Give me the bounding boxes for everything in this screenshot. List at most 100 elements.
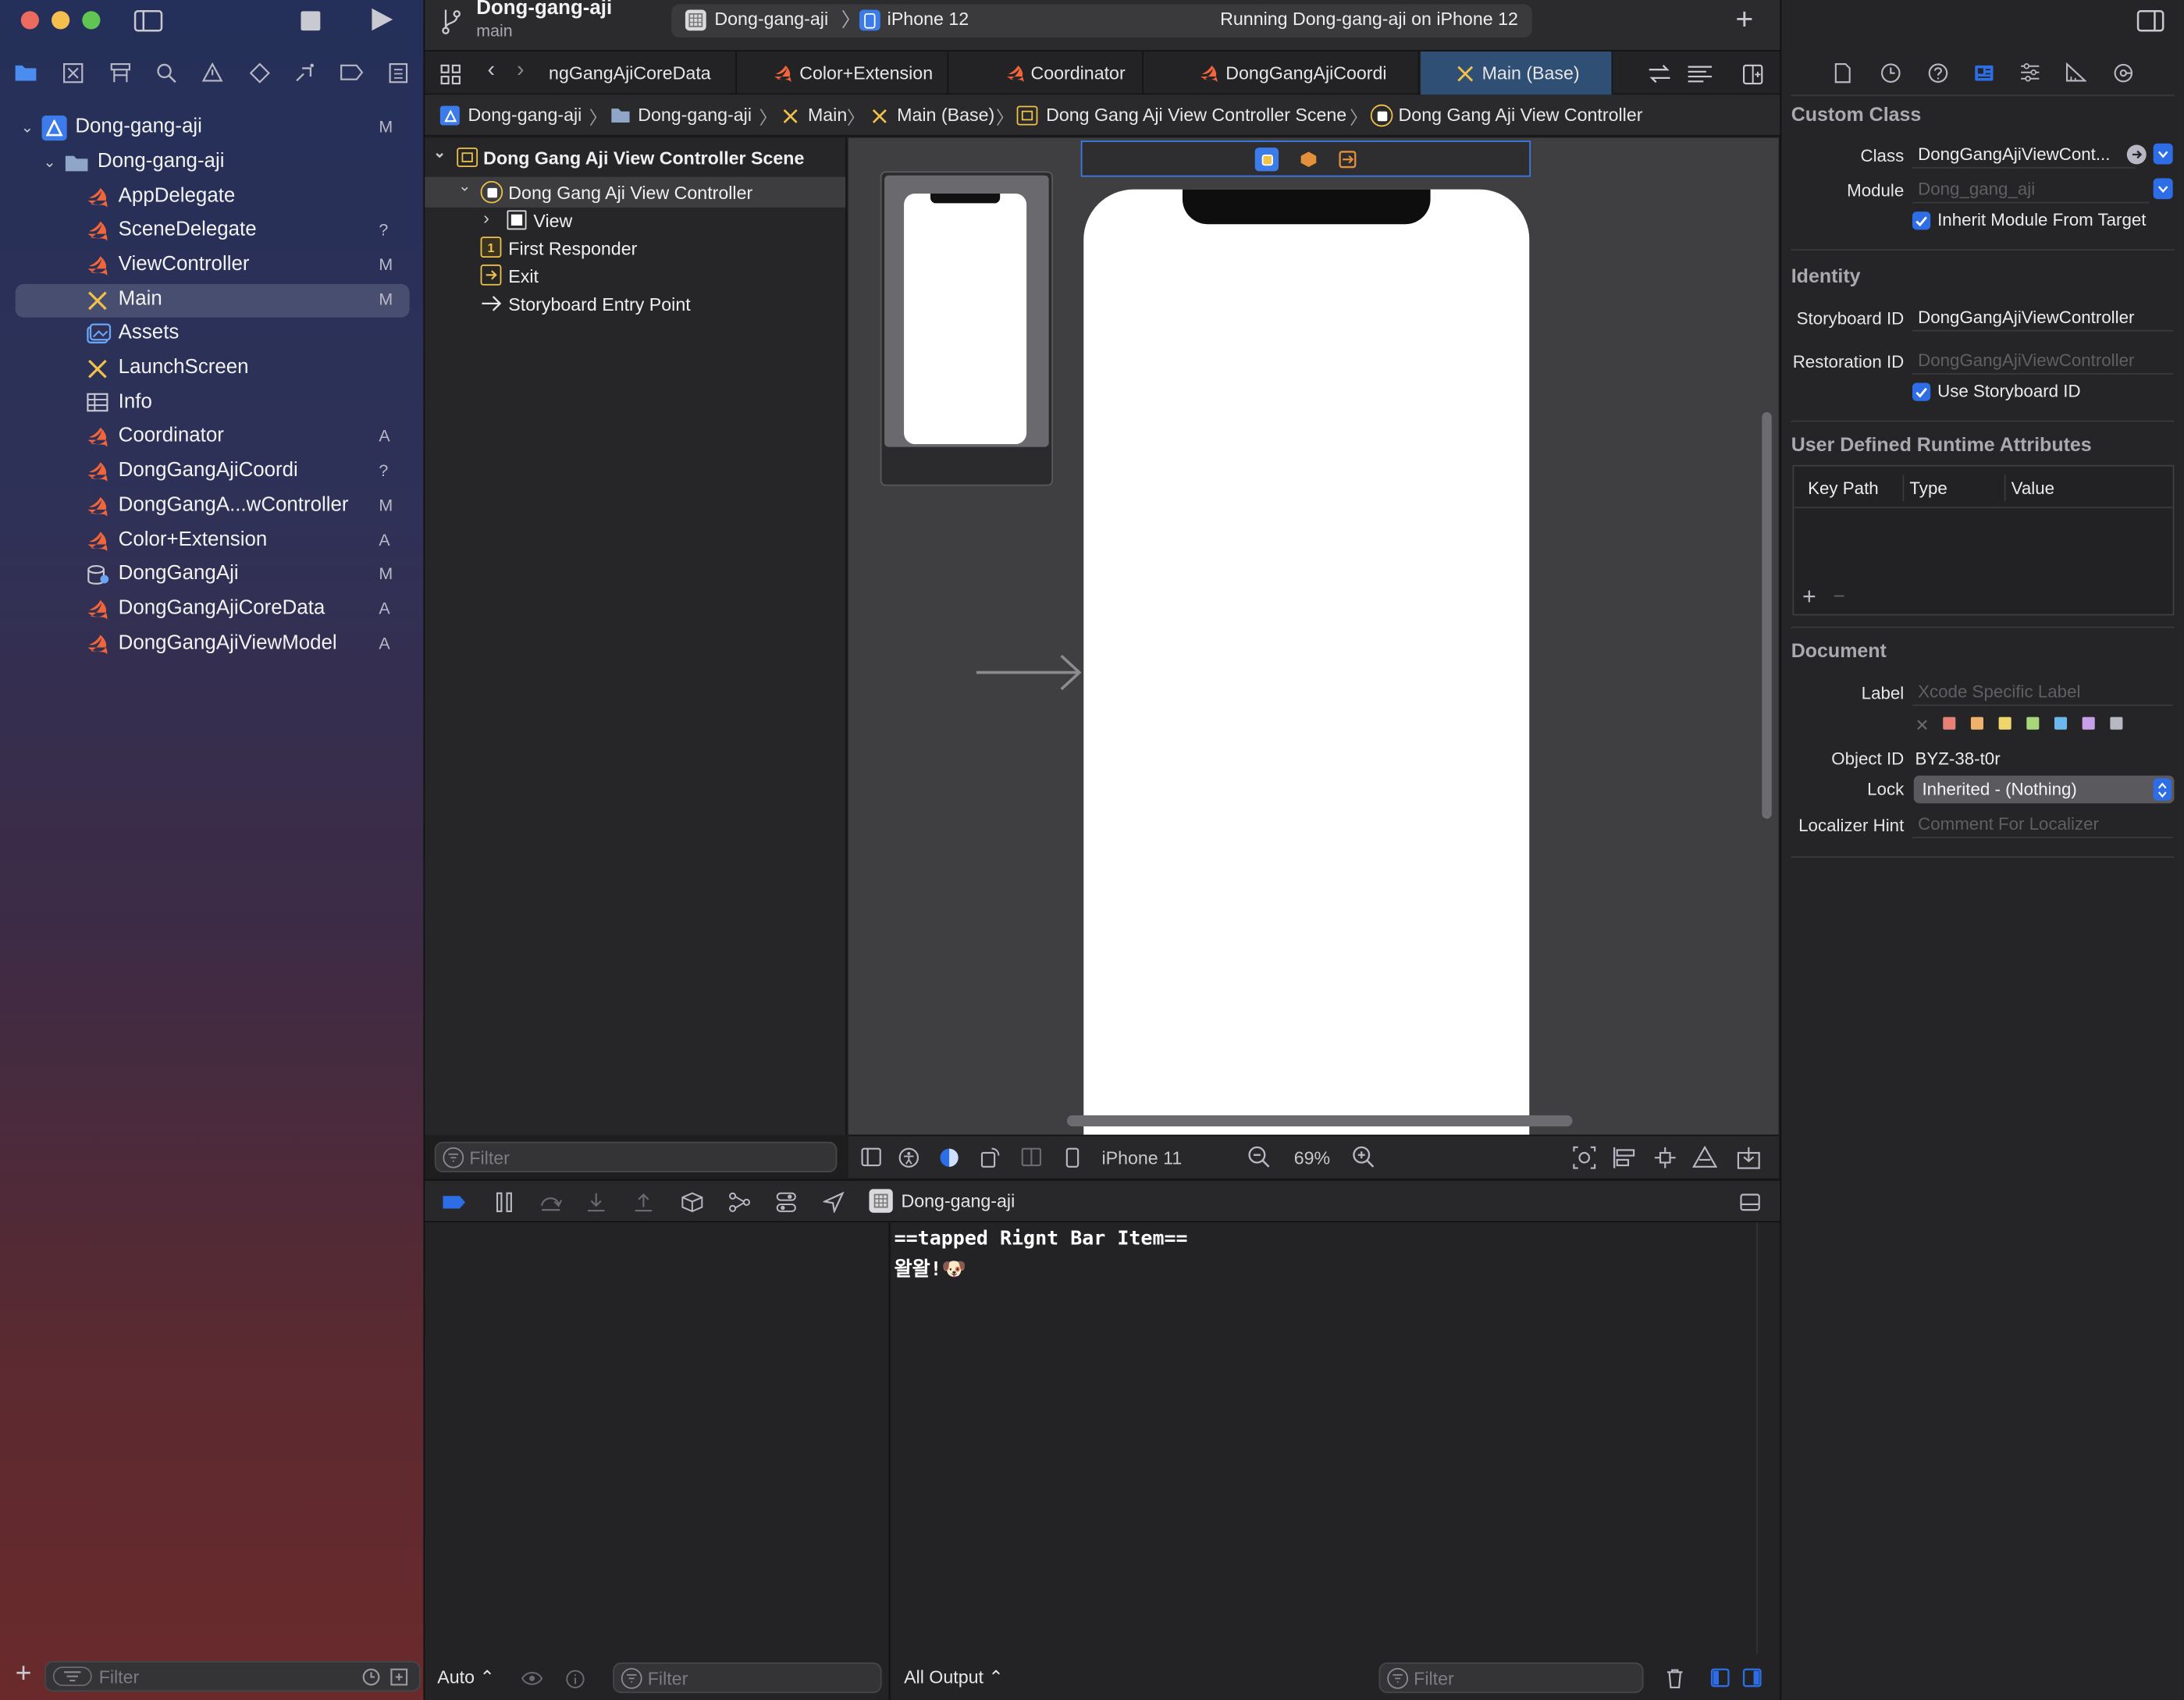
tree-row-file[interactable]: ViewController M — [0, 249, 425, 283]
label-color-swatch[interactable] — [1943, 717, 1956, 730]
storyboard-canvas[interactable] — [848, 137, 1779, 1136]
close-window-button[interactable] — [20, 11, 39, 30]
tree-row-file[interactable]: DongGangAjiCoordi? — [0, 455, 425, 489]
environment-overrides-icon[interactable] — [774, 1190, 798, 1213]
connections-inspector-icon[interactable] — [2111, 61, 2135, 84]
remove-attribute-button[interactable]: − — [1833, 585, 1845, 609]
exit-dock-icon[interactable] — [1336, 148, 1359, 171]
label-color-swatch[interactable] — [1970, 717, 1983, 730]
breadcrumb-view-controller[interactable]: Dong Gang Aji View Controller — [1399, 105, 1643, 126]
trash-icon[interactable] — [1664, 1666, 1685, 1689]
refresh-arrows-icon[interactable] — [1646, 62, 1671, 85]
canvas-horizontal-scrollbar[interactable] — [1066, 1115, 1573, 1127]
accessibility-icon[interactable] — [897, 1146, 919, 1168]
add-attribute-button[interactable]: + — [1802, 585, 1816, 609]
outline-view-row[interactable]: › View — [425, 206, 845, 234]
disclosure-icon[interactable]: ⌄ — [458, 177, 471, 194]
console-filter-field[interactable]: Filter — [1378, 1662, 1644, 1694]
disclosure-icon[interactable]: ⌄ — [43, 153, 55, 171]
inherit-module-checkbox[interactable] — [1912, 212, 1931, 230]
tab-main-base[interactable]: Main (Base) — [1421, 52, 1613, 95]
tree-row-file[interactable]: Main M — [15, 283, 410, 317]
destination-selector[interactable]: iPhone 12 — [887, 9, 969, 30]
report-navigator-icon[interactable] — [386, 61, 411, 84]
label-color-swatch[interactable] — [1998, 717, 2011, 730]
first-responder-dock-icon[interactable] — [1297, 148, 1320, 171]
tree-row-file[interactable]: DongGangA...wController M — [0, 490, 425, 524]
related-items-icon[interactable] — [439, 62, 461, 85]
file-inspector-icon[interactable] — [1831, 61, 1854, 84]
simulate-location-icon[interactable] — [822, 1190, 845, 1213]
localizer-hint-field[interactable]: Comment For Localizer — [1912, 812, 2173, 838]
add-constraints-icon[interactable] — [1652, 1144, 1677, 1169]
label-color-swatch[interactable] — [2026, 717, 2040, 730]
pause-icon[interactable] — [493, 1190, 516, 1213]
zoom-out-icon[interactable] — [1247, 1144, 1272, 1169]
breadcrumb-project[interactable]: Dong-gang-aji — [468, 105, 582, 126]
symbol-navigator-icon[interactable] — [107, 61, 132, 84]
tree-row-file[interactable]: Info — [0, 386, 425, 420]
label-color-swatch[interactable] — [2110, 717, 2123, 730]
disclosure-icon[interactable]: ⌄ — [433, 144, 446, 162]
info-icon[interactable] — [564, 1668, 587, 1689]
outline-entry-point-row[interactable]: Storyboard Entry Point — [425, 290, 845, 318]
zoom-level[interactable]: 69% — [1294, 1147, 1330, 1168]
canvas-minimap[interactable] — [880, 171, 1054, 486]
outline-exit-row[interactable]: Exit — [425, 261, 845, 290]
column-header[interactable]: Value — [2011, 479, 2054, 499]
navigator-filter-field[interactable]: Filter — [44, 1661, 421, 1692]
entry-point-arrow[interactable] — [976, 653, 1083, 692]
tab-coordinator[interactable]: Coordinator — [950, 52, 1144, 95]
run-icon[interactable] — [368, 7, 396, 32]
breadcrumb-main-base[interactable]: Main (Base) — [897, 105, 994, 126]
tab-coredata[interactable]: ngGangAjiCoreData — [546, 52, 737, 95]
output-selector[interactable]: All Output ⌃ — [904, 1666, 1004, 1689]
device-selector[interactable]: iPhone 11 — [1101, 1147, 1182, 1168]
breakpoint-navigator-icon[interactable] — [339, 61, 364, 84]
editor-options-icon[interactable] — [1685, 62, 1713, 85]
source-control-filter-icon[interactable] — [389, 1666, 410, 1688]
add-library-button[interactable]: + — [1735, 3, 1753, 34]
iphone-frame[interactable] — [1083, 189, 1530, 1136]
tree-row-file[interactable]: DongGangAjiCoreData A — [0, 593, 425, 627]
view-controller-dock-icon[interactable] — [1254, 148, 1279, 172]
use-storyboard-id-checkbox[interactable] — [1912, 382, 1931, 401]
step-over-icon[interactable] — [539, 1190, 563, 1213]
clear-color-icon[interactable]: ✕ — [1915, 716, 1930, 735]
scheme-selector[interactable]: Dong-gang-aji — [714, 9, 828, 30]
outline-first-responder-row[interactable]: 1 First Responder — [425, 234, 845, 262]
zoom-in-icon[interactable] — [1351, 1144, 1376, 1169]
column-header[interactable]: Key Path — [1808, 479, 1879, 499]
outline-toggle-icon[interactable] — [859, 1146, 882, 1168]
debug-navigator-icon[interactable] — [293, 61, 318, 84]
recent-files-icon[interactable] — [361, 1666, 382, 1688]
column-header[interactable]: Type — [1909, 479, 1947, 499]
view-hierarchy-icon[interactable] — [680, 1190, 703, 1213]
test-navigator-icon[interactable] — [247, 61, 272, 84]
class-field[interactable]: DongGangAjiViewCont... — [1912, 142, 2136, 169]
canvas-vertical-scrollbar[interactable] — [1762, 412, 1772, 819]
storyboard-id-field[interactable]: DongGangAjiViewController — [1912, 305, 2173, 332]
outline-filter-field[interactable]: Filter — [434, 1141, 838, 1172]
tree-row-file[interactable]: Assets — [0, 318, 425, 351]
tree-row-file[interactable]: Coordinator A — [0, 421, 425, 454]
show-console-icon[interactable] — [1741, 1666, 1764, 1688]
history-inspector-icon[interactable] — [1879, 61, 1901, 84]
module-field[interactable]: Dong_gang_aji — [1912, 177, 2150, 204]
label-color-swatch[interactable] — [2082, 717, 2095, 730]
issue-navigator-icon[interactable] — [199, 61, 224, 84]
back-button[interactable]: ‹ — [488, 59, 496, 84]
module-dropdown-icon[interactable] — [2153, 178, 2173, 200]
sidebar-toggle-icon[interactable] — [133, 9, 163, 32]
breadcrumb-main[interactable]: Main — [808, 105, 847, 126]
minimize-window-button[interactable] — [52, 11, 70, 30]
tab-donggangajicoordi[interactable]: DongGangAjiCoordi — [1145, 52, 1420, 95]
device-icon[interactable] — [1062, 1146, 1084, 1168]
split-editor-icon[interactable] — [1741, 62, 1764, 85]
tree-row-file[interactable]: LaunchScreen — [0, 352, 425, 386]
tree-row-project[interactable]: ⌄ Dong-gang-aji M — [0, 112, 425, 145]
tree-row-file[interactable]: SceneDelegate? — [0, 215, 425, 248]
find-navigator-icon[interactable] — [153, 61, 178, 84]
source-control-icon[interactable] — [60, 61, 85, 84]
tree-row-file[interactable]: AppDelegate — [0, 180, 425, 214]
